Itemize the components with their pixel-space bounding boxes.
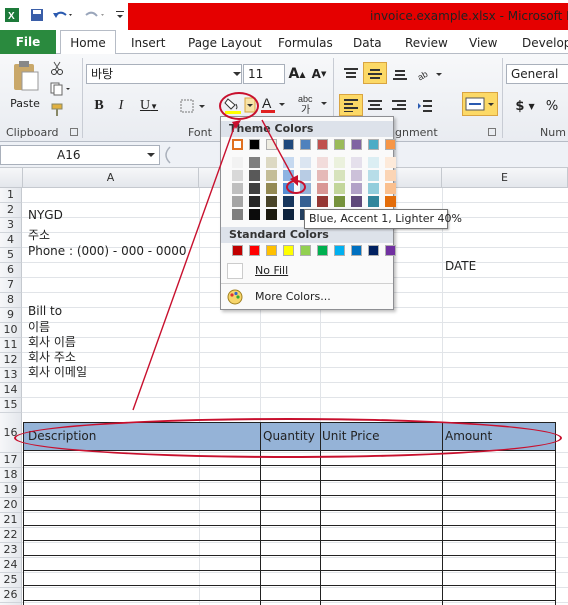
- arrow-to-fill-button: [132, 121, 237, 411]
- arrow-head-swatch: [290, 175, 298, 186]
- annotation-arrows: [132, 119, 298, 411]
- arrow-to-swatch: [261, 119, 296, 182]
